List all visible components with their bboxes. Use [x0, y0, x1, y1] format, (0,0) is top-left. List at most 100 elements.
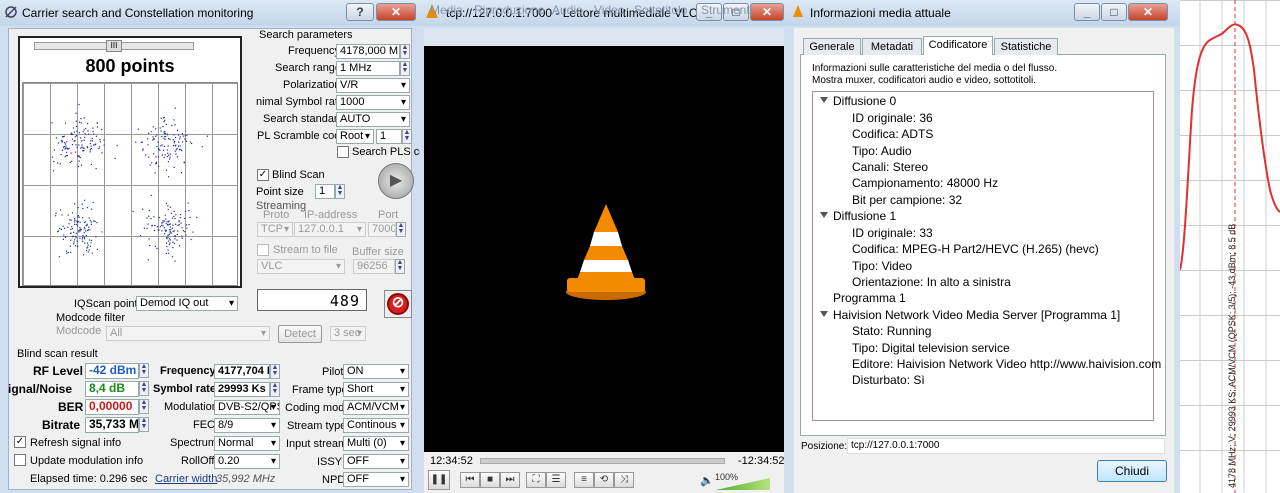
- extended-settings-button[interactable]: ☰: [546, 472, 566, 488]
- tree-item[interactable]: Haivision Network Video Media Server [Pr…: [833, 308, 1120, 322]
- constellation-point: [168, 252, 170, 254]
- fec-select[interactable]: 8/9: [214, 418, 280, 433]
- vlc-close-button[interactable]: ✕: [750, 3, 784, 21]
- result-symbol-rate-spinner[interactable]: ▲ ▼: [270, 382, 280, 397]
- bitrate-spinner[interactable]: ▲ ▼: [139, 417, 149, 432]
- tab-statistiche[interactable]: Statistiche: [994, 38, 1058, 55]
- result-frequency-spinner[interactable]: ▲ ▼: [270, 364, 280, 379]
- position-field[interactable]: tcp://127.0.0.1:7000: [847, 438, 1165, 454]
- polarization-select[interactable]: V/R: [336, 78, 410, 93]
- constellation-point: [71, 138, 73, 140]
- menu-video[interactable]: Video: [594, 3, 624, 17]
- tab-codificatore[interactable]: Codificatore: [923, 36, 993, 55]
- proto-select[interactable]: TCP: [257, 222, 293, 237]
- constellation-point: [83, 117, 85, 119]
- scramble-spinner[interactable]: ▲ ▼: [402, 129, 412, 144]
- pause-button[interactable]: ❚❚: [428, 470, 450, 490]
- constellation-point: [178, 224, 180, 226]
- modulation-label: Modulation: [164, 401, 218, 413]
- frequency-spinner[interactable]: ▲ ▼: [400, 44, 410, 59]
- scramble-mode-select[interactable]: Root: [336, 129, 374, 144]
- stream-to-file-checkbox[interactable]: [257, 244, 269, 256]
- scramble-code-input[interactable]: 1: [376, 129, 402, 144]
- shuffle-button[interactable]: ⤨: [614, 472, 634, 488]
- playlist-button[interactable]: ≡: [574, 472, 594, 488]
- detect-button[interactable]: Detect: [278, 325, 322, 343]
- info-close-button[interactable]: ✕: [1128, 3, 1168, 21]
- tab-metadati[interactable]: Metadati: [862, 38, 922, 55]
- buffer-spinner[interactable]: ▲ ▼: [395, 259, 405, 274]
- point-size-input[interactable]: 1: [315, 184, 335, 199]
- buffer-size-input[interactable]: 96256: [353, 259, 395, 274]
- constellation-point: [201, 146, 203, 148]
- input-stream-select[interactable]: Multi (0): [343, 436, 409, 451]
- npd-select[interactable]: OFF: [343, 472, 409, 487]
- iqscan-select[interactable]: Demod IQ out: [136, 296, 238, 311]
- modulation-select[interactable]: DVB-S2/QPSK: [214, 400, 280, 415]
- carrier-width-link[interactable]: Carrier width: [155, 473, 217, 485]
- modcode-select[interactable]: All: [106, 326, 270, 341]
- tree-item[interactable]: Programma 1: [833, 291, 906, 305]
- frequency-input[interactable]: 4178,000 MHz: [336, 44, 400, 59]
- pilot-select[interactable]: ON: [343, 364, 409, 379]
- video-area[interactable]: [424, 46, 784, 452]
- stop-playback-button[interactable]: ■: [480, 472, 500, 488]
- constellation-point: [116, 145, 118, 147]
- player-select[interactable]: VLC: [257, 259, 345, 274]
- port-input[interactable]: 7000: [368, 222, 396, 237]
- constellation-point: [60, 140, 62, 142]
- constellation-point: [151, 225, 153, 227]
- port-spinner[interactable]: ▲ ▼: [396, 222, 406, 237]
- points-slider-thumb[interactable]: III: [106, 40, 122, 52]
- speaker-icon[interactable]: 🔈: [700, 474, 714, 487]
- help-button[interactable]: ?: [346, 3, 374, 21]
- menu-sottotitolo[interactable]: Sottotitolo: [634, 3, 687, 17]
- constellation-point: [167, 134, 169, 136]
- loop-button[interactable]: ⟲: [594, 472, 614, 488]
- stream-type-select[interactable]: Continous: [343, 418, 409, 433]
- search-pls-checkbox[interactable]: [337, 146, 349, 158]
- previous-button[interactable]: ⏮: [460, 472, 480, 488]
- tree-item[interactable]: Diffusione 0: [833, 94, 896, 108]
- constellation-point: [162, 126, 164, 128]
- scan-start-button[interactable]: ▶: [378, 163, 414, 199]
- tree-item[interactable]: Diffusione 1: [833, 209, 896, 223]
- symbol-rate-select[interactable]: 1000: [336, 95, 410, 110]
- point-size-spinner[interactable]: ▲ ▼: [335, 184, 345, 199]
- standard-select[interactable]: AUTO: [336, 112, 410, 127]
- seek-bar[interactable]: [480, 458, 725, 464]
- spectrum-select[interactable]: Normal: [214, 436, 280, 451]
- range-input[interactable]: 1 MHz: [336, 61, 400, 76]
- fullscreen-button[interactable]: ⛶: [526, 472, 546, 488]
- frame-type-select[interactable]: Short: [343, 382, 409, 397]
- update-modulation-checkbox[interactable]: [14, 454, 26, 466]
- info-maximize-button[interactable]: □: [1101, 3, 1127, 21]
- collapse-arrow-icon[interactable]: [820, 212, 828, 218]
- coding-mode-select[interactable]: ACM/VCM: [343, 400, 409, 415]
- menu-audio[interactable]: Audio: [552, 3, 583, 17]
- tab-generale[interactable]: Generale: [803, 38, 861, 55]
- info-minimize-button[interactable]: _: [1074, 3, 1100, 21]
- constellation-point: [80, 137, 82, 139]
- menu-strumenti[interactable]: Strumenti: [701, 3, 752, 17]
- issyi-select[interactable]: OFF: [343, 454, 409, 469]
- chiudi-button[interactable]: Chiudi: [1097, 460, 1167, 482]
- collapse-arrow-icon[interactable]: [820, 311, 828, 317]
- constellation-point: [114, 157, 116, 159]
- ip-address-select[interactable]: 127.0.0.1: [294, 222, 366, 237]
- rolloff-select[interactable]: 0.20: [214, 454, 280, 469]
- menu-media[interactable]: Media: [430, 3, 463, 17]
- rf-level-spinner[interactable]: ▲ ▼: [139, 363, 149, 378]
- ber-spinner[interactable]: ▲ ▼: [139, 399, 149, 414]
- signal-noise-spinner[interactable]: ▲ ▼: [139, 381, 149, 396]
- refresh-signal-checkbox[interactable]: ✓: [14, 436, 26, 448]
- constellation-point: [90, 140, 92, 142]
- detect-seconds-select[interactable]: 3 sec: [330, 326, 366, 341]
- range-spinner[interactable]: ▲ ▼: [400, 61, 410, 76]
- blind-scan-checkbox[interactable]: ✓: [257, 169, 269, 181]
- next-button[interactable]: ⏭: [500, 472, 520, 488]
- collapse-arrow-icon[interactable]: [820, 97, 828, 103]
- constellation-point: [181, 237, 183, 239]
- menu-riproduzione[interactable]: Riproduzione: [474, 3, 545, 17]
- close-button[interactable]: ✕: [376, 3, 416, 21]
